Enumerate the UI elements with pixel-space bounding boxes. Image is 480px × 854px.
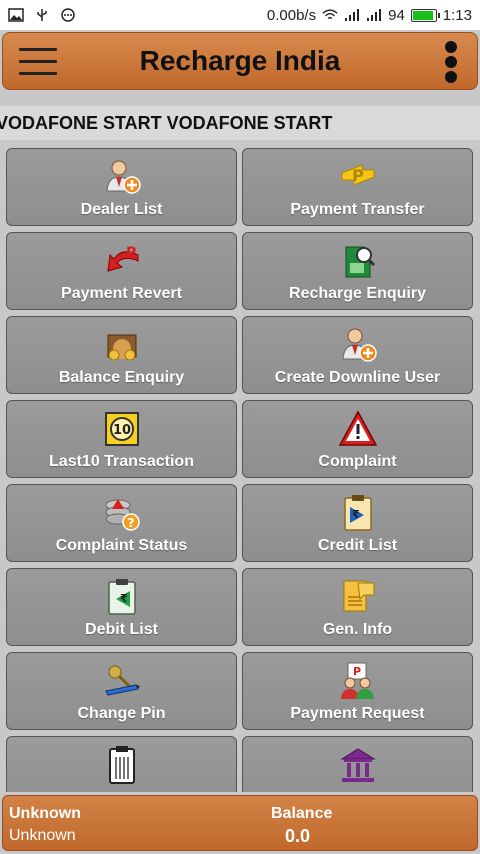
- tile-label: Payment Transfer: [290, 201, 425, 218]
- add-user-icon: [338, 325, 378, 365]
- tile-credit-list[interactable]: ₹ Credit List: [242, 484, 473, 562]
- sim-search-icon: [338, 241, 378, 281]
- tile-dealer-list[interactable]: Dealer List: [6, 148, 237, 226]
- news-marquee: VODAFONE START VODAFONE START: [0, 106, 480, 140]
- network-speed: 0.00b/s: [266, 6, 317, 24]
- tile-payment-request[interactable]: P Payment Request: [242, 652, 473, 730]
- battery-icon: [410, 8, 440, 22]
- clipboard-debit-icon: ₹: [102, 577, 142, 617]
- tile-label: Debit List: [85, 621, 158, 638]
- coins-warning-icon: ?: [102, 493, 142, 533]
- tile-last10-transaction[interactable]: 10 Last10 Transaction: [6, 400, 237, 478]
- tile-change-pin[interactable]: Change Pin: [6, 652, 237, 730]
- tile-complaint-status[interactable]: ? Complaint Status: [6, 484, 237, 562]
- svg-text:10: 10: [112, 423, 130, 438]
- tile-create-downline-user[interactable]: Create Downline User: [242, 316, 473, 394]
- tile-debit-list[interactable]: ₹ Debit List: [6, 568, 237, 646]
- svg-text:P: P: [126, 245, 136, 261]
- info-sheet-icon: [338, 577, 378, 617]
- svg-text:?: ?: [127, 516, 134, 530]
- battery-percent: 94: [388, 6, 405, 24]
- image-icon: [8, 8, 24, 22]
- chat-icon: [61, 8, 75, 22]
- tile-label: Recharge Enquiry: [289, 285, 426, 302]
- signal-icon: [345, 9, 360, 21]
- bank-icon: [338, 745, 378, 785]
- tile-menu-item-16[interactable]: [242, 736, 473, 792]
- svg-text:P: P: [352, 166, 364, 185]
- hamburger-icon[interactable]: [19, 48, 57, 76]
- tile-label: Complaint: [318, 453, 397, 470]
- tile-label: Complaint Status: [55, 537, 188, 554]
- key-pen-icon: [102, 661, 142, 701]
- tile-label: Balance Enquiry: [58, 369, 185, 386]
- signal-icon: [367, 9, 382, 21]
- tile-payment-revert[interactable]: P Payment Revert: [6, 232, 237, 310]
- status-bar: 0.00b/s 94 1:13: [0, 0, 480, 30]
- ten-badge-icon: 10: [102, 409, 142, 449]
- tile-label: Change Pin: [77, 705, 166, 722]
- clipboard-credit-icon: ₹: [338, 493, 378, 533]
- svg-text:₹: ₹: [352, 508, 360, 521]
- wifi-icon: [322, 9, 338, 20]
- tile-gen-info[interactable]: Gen. Info: [242, 568, 473, 646]
- tile-balance-enquiry[interactable]: Balance Enquiry: [6, 316, 237, 394]
- tile-complaint[interactable]: Complaint: [242, 400, 473, 478]
- tile-label: Gen. Info: [322, 621, 393, 638]
- tile-recharge-enquiry[interactable]: Recharge Enquiry: [242, 232, 473, 310]
- svg-text:₹: ₹: [120, 592, 128, 605]
- tile-label: Create Downline User: [274, 369, 441, 386]
- user-subtitle: Unknown: [9, 827, 76, 844]
- more-vert-icon[interactable]: [445, 41, 459, 83]
- tile-label: Payment Revert: [61, 285, 182, 302]
- tile-label: Dealer List: [80, 201, 163, 218]
- tile-menu-item-15[interactable]: [6, 736, 237, 792]
- svg-text:P: P: [352, 665, 360, 678]
- revert-icon: P: [102, 241, 142, 281]
- add-user-icon: [102, 157, 142, 197]
- users-request-icon: P: [338, 661, 378, 701]
- clock: 1:13: [442, 6, 472, 24]
- tile-payment-transfer[interactable]: P Payment Transfer: [242, 148, 473, 226]
- tile-label: Payment Request: [290, 705, 425, 722]
- menu-grid: Dealer List P Payment Transfer P Payment Rev…: [6, 148, 474, 792]
- footer-balance-bar: Unknown Unknown Balance 0.0: [2, 795, 478, 851]
- usb-icon: [37, 9, 47, 21]
- app-bar: Recharge India: [2, 32, 478, 90]
- tile-label: Last10 Transaction: [49, 453, 194, 470]
- user-name: Unknown: [9, 805, 81, 822]
- marquee-text: VODAFONE START VODAFONE START: [0, 112, 333, 133]
- balance-value: 0.0: [285, 826, 311, 846]
- clipboard-list-icon: [102, 745, 142, 785]
- balance-label: Balance: [271, 805, 333, 822]
- tile-label: Credit List: [317, 537, 398, 554]
- money-bag-icon: [102, 325, 142, 365]
- warning-icon: [338, 409, 378, 449]
- app-title: Recharge India: [139, 45, 341, 76]
- transfer-icon: P: [338, 157, 378, 197]
